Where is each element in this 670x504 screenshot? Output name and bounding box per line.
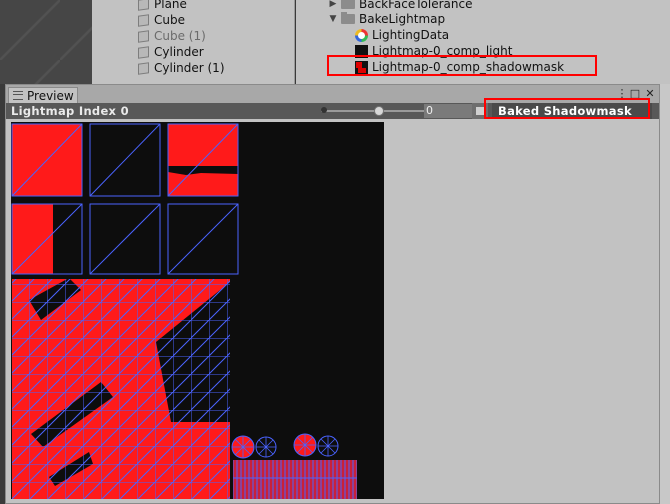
slider-knob[interactable] [374, 106, 384, 116]
close-icon[interactable]: ✕ [643, 86, 657, 101]
lightmap-texture [11, 122, 384, 499]
hierarchy-panel: Plane Cube Cube (1) Cylinder Cylinder (1… [92, 0, 295, 84]
project-item-label: Lightmap-0_comp_shadowmask [372, 60, 565, 74]
project-item-label: Lightmap-0_comp_light [372, 44, 513, 58]
lighting-data-icon [355, 28, 368, 42]
view-mode-button[interactable] [472, 103, 488, 119]
hierarchy-item-label: Cube [154, 13, 185, 27]
cube-icon [138, 0, 149, 11]
project-item[interactable]: LightingData [355, 27, 449, 43]
cube-icon [138, 29, 149, 43]
inspector-edge [660, 84, 670, 504]
uv-chart [167, 123, 239, 197]
slider-track [321, 110, 425, 112]
hierarchy-item-label: Cylinder (1) [154, 61, 225, 75]
plane-uv-chart [12, 278, 230, 499]
slider-value-field[interactable]: 0 [424, 104, 474, 118]
preview-window: Preview ⋮ □ ✕ Lightmap Index 0 0 Baked S… [5, 84, 660, 504]
project-item-folder[interactable]: ▼ BakeLightmap [328, 11, 445, 27]
hierarchy-item-label: Cube (1) [154, 29, 206, 43]
exposure-slider[interactable] [321, 106, 425, 116]
uv-chart [167, 203, 239, 275]
scene-view [0, 0, 92, 84]
uv-chart [11, 203, 83, 275]
slider-min-dot [321, 107, 327, 113]
uv-chart [11, 123, 83, 197]
cube-icon [138, 13, 149, 27]
maximize-icon[interactable]: □ [628, 86, 642, 101]
hierarchy-item[interactable]: Cylinder (1) [138, 60, 225, 76]
preview-tab[interactable]: Preview [8, 87, 78, 103]
preview-menu-icon [13, 91, 23, 100]
folder-icon [341, 12, 355, 24]
lightmap-mode-dropdown[interactable]: Baked Shadowmask [492, 103, 652, 119]
context-menu-icon[interactable]: ⋮ [615, 86, 629, 101]
shadowmask-texture-icon [355, 60, 368, 74]
preview-tab-label: Preview [27, 88, 74, 103]
project-item-selected[interactable]: Lightmap-0_comp_shadowmask [355, 59, 564, 75]
folder-icon [341, 0, 355, 9]
lightmap-index-title: Lightmap Index 0 [11, 104, 129, 118]
hierarchy-item[interactable]: Plane [138, 0, 187, 12]
scene-grid [0, 0, 92, 84]
preview-toolbar: Lightmap Index 0 0 Baked Shadowmask [6, 103, 659, 119]
cylinder-icon [138, 61, 149, 75]
lightmap-image [11, 122, 384, 499]
preview-tab-bar: Preview ⋮ □ ✕ [6, 85, 659, 104]
hierarchy-item[interactable]: Cube [138, 12, 185, 28]
hierarchy-item-label: Cylinder [154, 45, 204, 59]
project-item-label: BakeLightmap [359, 12, 446, 26]
hierarchy-item[interactable]: Cylinder [138, 44, 204, 60]
uv-chart [89, 123, 161, 197]
texture-icon [355, 44, 368, 58]
project-item[interactable]: Lightmap-0_comp_light [355, 43, 512, 59]
hierarchy-item[interactable]: Cube (1) [138, 28, 206, 44]
chevron-down-icon[interactable]: ▼ [328, 11, 338, 27]
project-item-label: LightingData [372, 28, 450, 42]
cylinder-side-charts [233, 460, 357, 499]
uv-chart [89, 203, 161, 275]
project-panel: ▶ BackFaceTolerance ▼ BakeLightmap Lightin… [296, 0, 670, 84]
cylinder-icon [138, 45, 149, 59]
hierarchy-item-label: Plane [154, 0, 187, 11]
